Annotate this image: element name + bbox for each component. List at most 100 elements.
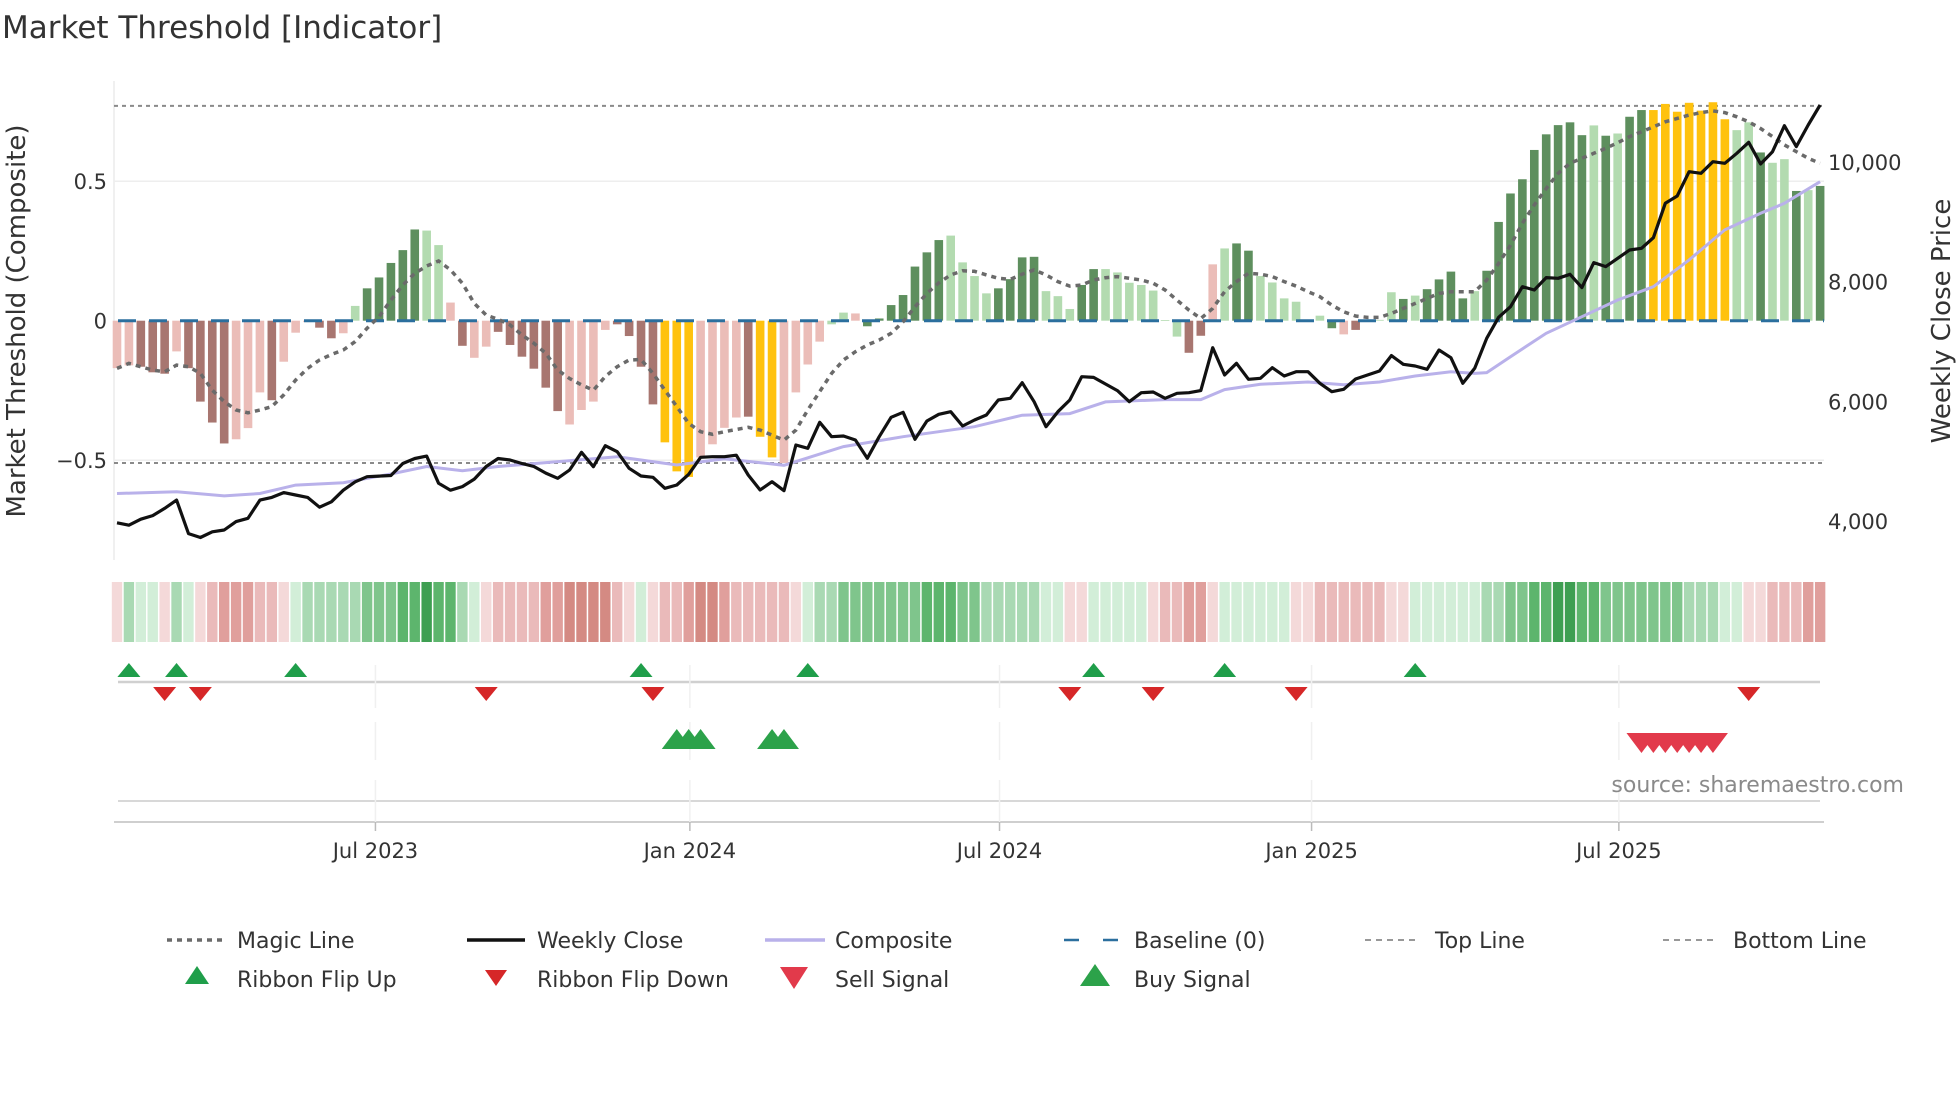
ribbon-flip-down-marker	[641, 687, 665, 701]
ribbon-cell	[766, 582, 778, 642]
left-tick-label: −0.5	[56, 449, 107, 473]
legend-marker	[780, 967, 808, 989]
ribbon-cell	[969, 582, 980, 642]
ribbon-cell	[921, 582, 933, 642]
ribbon-cell	[814, 582, 825, 642]
ribbon-cell	[1588, 582, 1600, 642]
ribbon-cell	[528, 582, 540, 642]
ribbon-cell	[778, 582, 790, 642]
composite-bar	[1017, 257, 1027, 321]
legend-marker	[185, 966, 209, 984]
ribbon-cell	[790, 582, 802, 642]
ribbon-cell	[743, 582, 754, 642]
ribbon-cell	[1505, 582, 1516, 642]
market-threshold-chart: Market Threshold [Indicator] 0.5 0 −0.5 10,…	[2, 10, 1957, 993]
composite-bar	[1315, 315, 1325, 321]
composite-bar	[1780, 159, 1789, 321]
composite-bar	[601, 320, 610, 330]
composite-bar	[1792, 190, 1801, 321]
composite-bar	[1267, 282, 1277, 321]
ribbon-cell	[350, 582, 361, 642]
ribbon-cell	[1457, 582, 1469, 642]
ribbon-cell	[1517, 582, 1528, 642]
composite-bar	[1077, 284, 1087, 321]
composite-bar	[922, 252, 932, 321]
composite-bar	[1256, 276, 1265, 321]
ribbon-flip-down-marker	[1141, 687, 1165, 701]
ribbon-cell	[207, 582, 218, 642]
composite-bar	[1184, 320, 1194, 353]
ribbon-cell	[1576, 582, 1588, 642]
x-tick-label: Jul 2025	[1574, 839, 1661, 863]
composite-bar	[1625, 116, 1634, 321]
legend-item: Baseline (0)	[1064, 929, 1265, 954]
right-tick-label: 4,000	[1828, 510, 1888, 534]
ribbon-cell	[945, 582, 956, 642]
legend-item: Weekly Close	[467, 929, 683, 954]
ribbon-cell	[421, 582, 432, 642]
composite-line	[116, 180, 1821, 498]
ribbon-cell	[409, 582, 420, 642]
ribbon-cell	[123, 582, 135, 642]
legend-label: Top Line	[1434, 929, 1525, 954]
composite-bar	[886, 305, 896, 321]
composite-bar	[1113, 272, 1122, 321]
composite-bar	[1613, 133, 1622, 321]
composite-bar	[1684, 102, 1694, 321]
left-axis-label: Market Threshold (Composite)	[2, 124, 32, 517]
ribbon-cell	[1421, 582, 1433, 642]
ribbon-cell	[1529, 582, 1540, 642]
ribbon-cell	[1267, 582, 1278, 642]
ribbon-cell	[481, 582, 492, 642]
ribbon-cell	[1207, 582, 1218, 642]
ribbon-cell	[1469, 582, 1480, 642]
ribbon-cell	[326, 582, 337, 642]
ribbon-flip-down-marker	[1058, 687, 1082, 701]
ribbon-cell	[1683, 582, 1695, 642]
ribbon-cell	[1707, 582, 1719, 642]
composite-bar	[755, 320, 765, 437]
ribbon-cell	[445, 582, 456, 642]
ribbon-cell	[1076, 582, 1087, 642]
composite-bar	[1291, 301, 1301, 321]
composite-bar	[1422, 289, 1432, 321]
ribbon-cell	[1624, 582, 1635, 642]
ribbon-flip-up-marker	[796, 663, 820, 677]
ribbon-cell	[373, 582, 385, 642]
legend-label: Buy Signal	[1134, 968, 1251, 993]
ribbon-cell	[731, 582, 742, 642]
legend-item: Ribbon Flip Up	[185, 966, 397, 993]
ribbon-cell	[1040, 582, 1052, 642]
composite-bar	[1220, 248, 1229, 321]
composite-bar	[696, 320, 705, 458]
ribbon-cell	[564, 582, 575, 642]
composite-bar	[1803, 190, 1813, 321]
ribbon-cell	[623, 582, 635, 642]
ribbon-cell	[588, 582, 599, 642]
ribbon-cell	[266, 582, 278, 642]
composite-bar	[291, 320, 300, 333]
right-tick-label: 10,000	[1828, 151, 1901, 175]
ribbon-cell	[612, 582, 623, 642]
composite-bar	[791, 320, 801, 393]
ribbon-flip-down-marker	[474, 687, 498, 701]
ribbon-cell	[183, 582, 194, 642]
composite-bar	[470, 320, 479, 358]
composite-bar	[1815, 185, 1825, 321]
right-tick-label: 6,000	[1828, 390, 1888, 414]
ribbon-cell	[1088, 582, 1099, 642]
composite-bar	[1720, 119, 1730, 321]
ribbon-cell	[1231, 582, 1242, 642]
composite-bar	[327, 320, 336, 339]
ribbon-cell	[1362, 582, 1373, 642]
composite-bar	[624, 320, 634, 337]
ribbon-cell	[957, 582, 968, 642]
ribbon-cell	[111, 582, 123, 642]
signal-markers	[117, 663, 1761, 753]
ribbon-cell	[1803, 582, 1814, 642]
ribbon-cell	[600, 582, 611, 642]
composite-bar	[1065, 308, 1075, 321]
ribbon-cell	[469, 582, 480, 642]
ribbon-cell	[754, 582, 766, 642]
composite-bar	[934, 240, 944, 321]
